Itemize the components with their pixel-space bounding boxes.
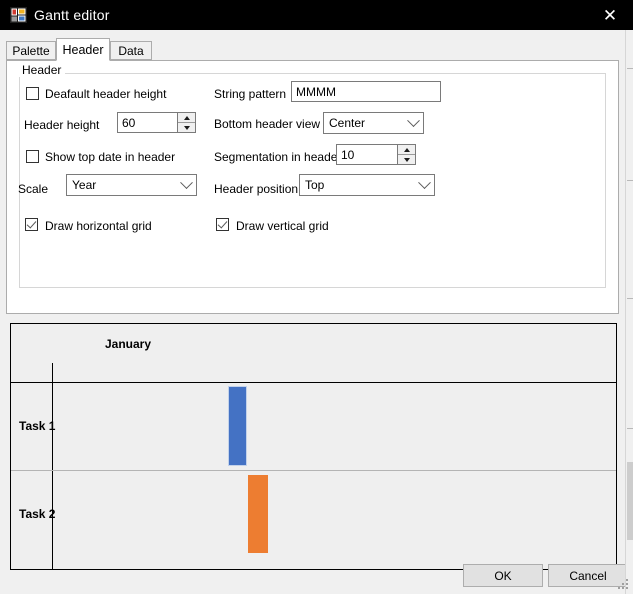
ok-button-label: OK — [494, 568, 512, 583]
default-header-height-checkbox[interactable] — [26, 87, 39, 100]
window-title: Gantt editor — [34, 7, 110, 23]
default-header-height-label: Deafault header height — [45, 87, 167, 101]
scale-value: Year — [72, 178, 97, 192]
gantt-preview: January Task 1 Task 2 — [10, 323, 617, 570]
scale-label: Scale — [18, 182, 49, 196]
show-top-date-label: Show top date in header — [45, 150, 176, 164]
header-height-value: 60 — [122, 115, 136, 130]
string-pattern-value: MMMM — [296, 84, 336, 99]
segmentation-stepper[interactable]: 10 — [336, 144, 416, 165]
gantt-month-label: January — [104, 337, 152, 351]
tab-strip: Palette Header Data — [6, 38, 619, 61]
segmentation-label: Segmentation in header — [214, 150, 342, 164]
scale-select[interactable]: Year — [66, 174, 197, 196]
header-height-stepper[interactable]: 60 — [117, 112, 196, 133]
chevron-down-icon — [176, 175, 196, 190]
segmentation-stepper-buttons — [397, 145, 415, 164]
segmentation-value: 10 — [341, 147, 355, 162]
form-designer-icon — [10, 7, 27, 23]
gantt-task-label: Task 2 — [19, 507, 56, 521]
bottom-header-view-value: Center — [329, 116, 366, 130]
chevron-down-icon — [414, 175, 434, 190]
tab-palette-label: Palette — [12, 43, 50, 58]
gantt-task-row[interactable]: Task 2 — [11, 470, 616, 557]
tab-data-label: Data — [118, 43, 144, 58]
dialog-client-area: Palette Header Data Header Deafault head… — [0, 30, 628, 594]
gantt-bar-task-1[interactable] — [228, 386, 247, 466]
title-bar: Gantt editor ✕ — [0, 0, 633, 30]
tab-data[interactable]: Data — [110, 41, 152, 60]
close-icon[interactable]: ✕ — [587, 0, 633, 30]
gantt-task-row[interactable]: Task 1 — [11, 383, 616, 469]
gantt-header-row: January — [11, 324, 616, 383]
string-pattern-label: String pattern — [214, 87, 287, 101]
header-position-value: Top — [305, 178, 325, 192]
header-height-stepper-buttons — [177, 113, 195, 132]
draw-vertical-grid-checkbox[interactable] — [216, 218, 229, 231]
window-scrollbar[interactable] — [625, 30, 633, 594]
tab-header-label: Header — [62, 42, 104, 57]
stepper-up-icon[interactable] — [398, 145, 415, 155]
string-pattern-input[interactable]: MMMM — [291, 81, 441, 102]
header-position-select[interactable]: Top — [299, 174, 435, 196]
cancel-button-label: Cancel — [569, 568, 607, 583]
resize-grip[interactable] — [618, 579, 630, 591]
chevron-down-icon — [403, 113, 423, 128]
stepper-down-icon[interactable] — [398, 155, 415, 164]
draw-vertical-grid-label: Draw vertical grid — [236, 219, 329, 233]
stepper-up-icon[interactable] — [178, 113, 195, 123]
cancel-button[interactable]: Cancel — [548, 564, 628, 587]
header-height-label: Header height — [24, 118, 100, 132]
header-position-label: Header position — [214, 182, 299, 196]
scrollbar-thumb[interactable] — [627, 462, 633, 540]
tab-header[interactable]: Header — [56, 38, 110, 61]
tab-palette[interactable]: Palette — [6, 41, 56, 60]
gantt-task-label: Task 1 — [19, 419, 56, 433]
bottom-header-view-select[interactable]: Center — [323, 112, 424, 134]
bottom-header-view-label: Bottom header view — [214, 117, 321, 131]
header-group-legend: Header — [18, 63, 66, 77]
ok-button[interactable]: OK — [463, 564, 543, 587]
gantt-bar-task-2[interactable] — [248, 475, 268, 553]
stepper-down-icon[interactable] — [178, 123, 195, 132]
draw-horizontal-grid-checkbox[interactable] — [25, 218, 38, 231]
draw-horizontal-grid-label: Draw horizontal grid — [45, 219, 152, 233]
show-top-date-checkbox[interactable] — [26, 150, 39, 163]
